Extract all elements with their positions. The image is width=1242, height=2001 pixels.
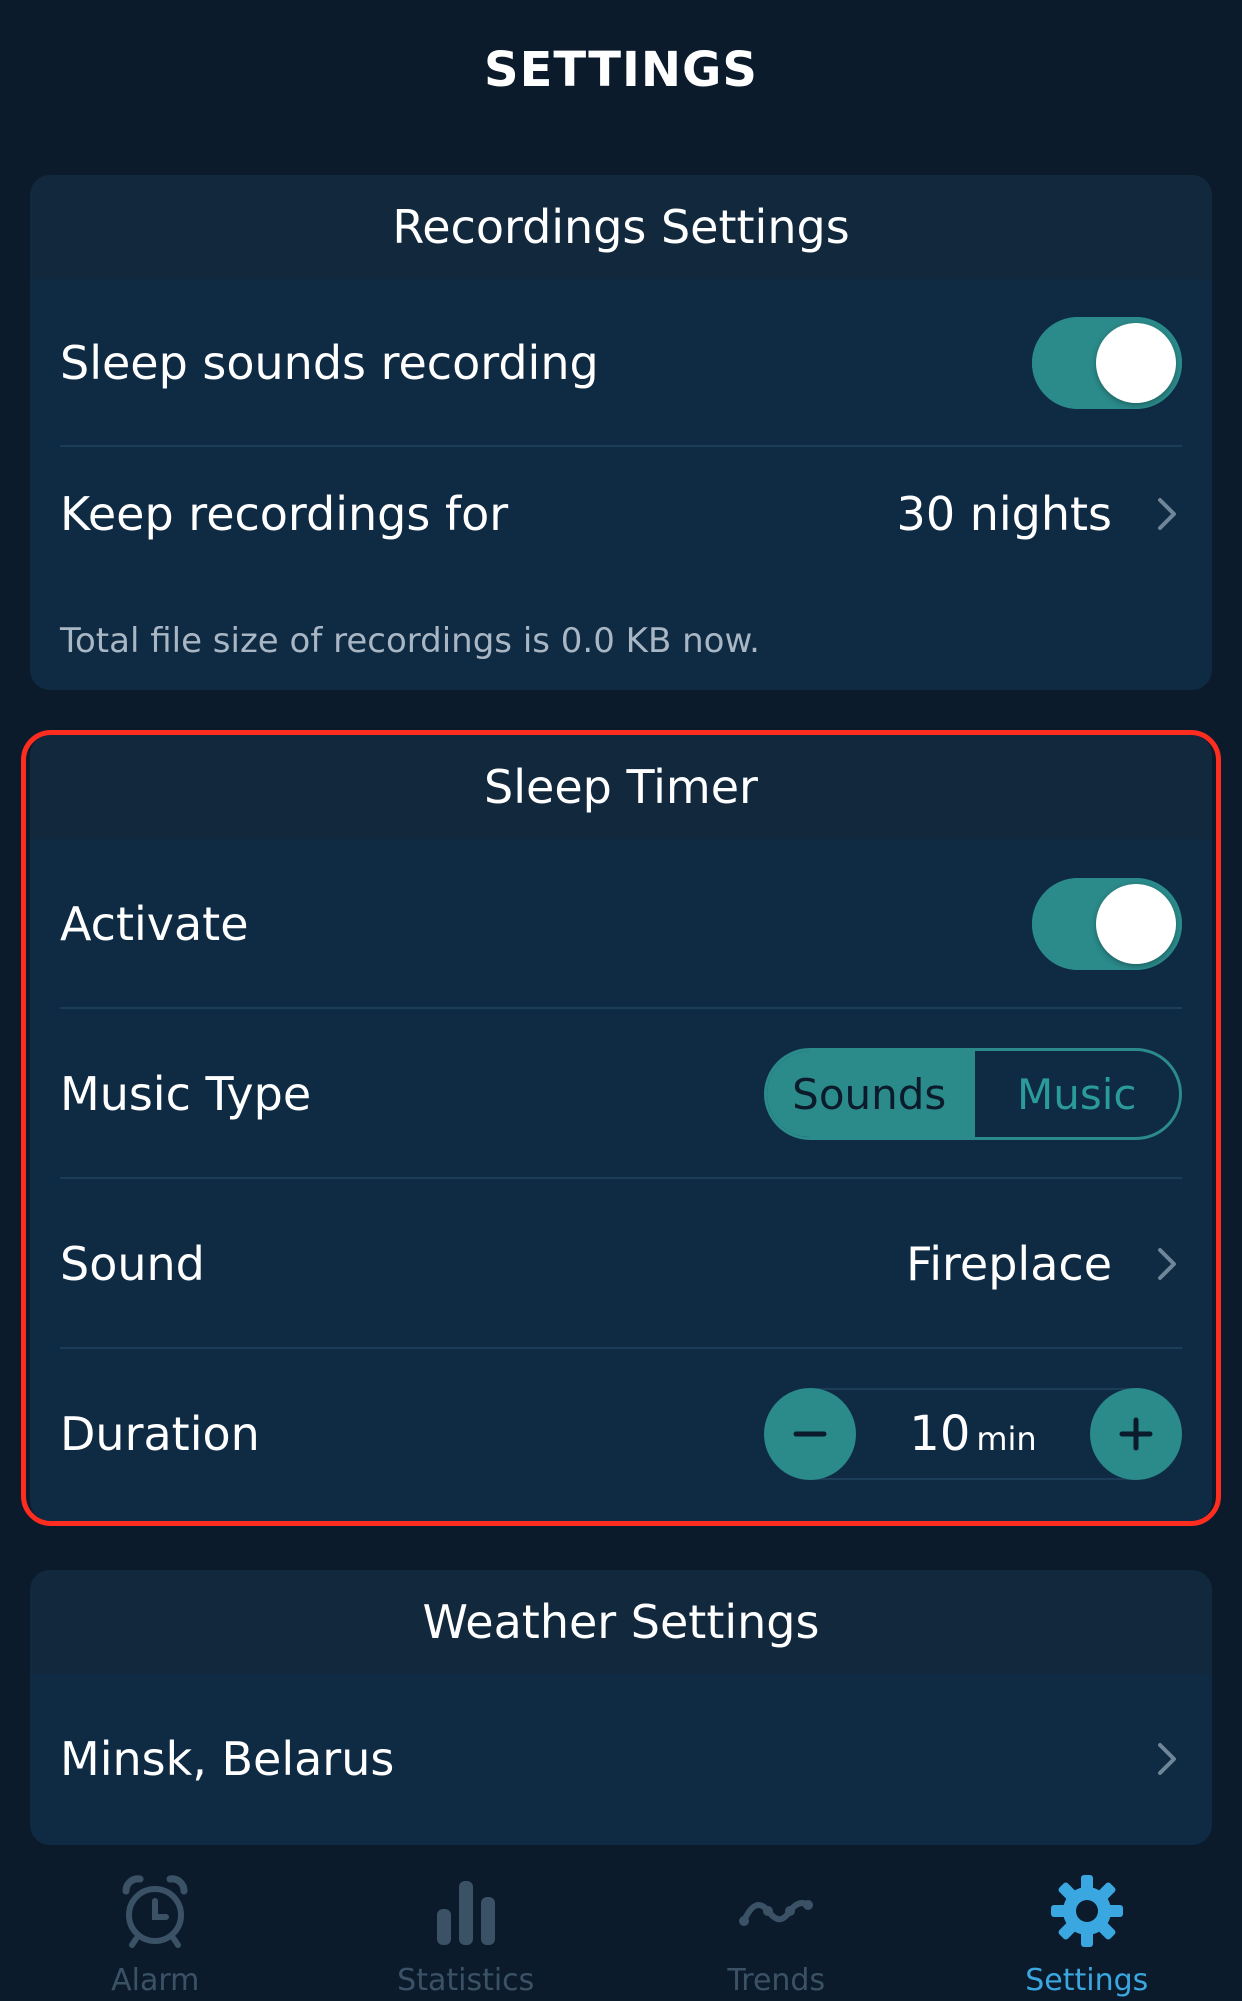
- duration-stepper: 10 min: [764, 1388, 1182, 1480]
- music-type-segmented-control: Sounds Music: [764, 1048, 1182, 1140]
- music-type-option-sounds[interactable]: Sounds: [767, 1051, 972, 1137]
- sound-row[interactable]: Sound Fireplace: [30, 1179, 1212, 1349]
- music-type-option-music[interactable]: Music: [971, 1051, 1180, 1137]
- decrease-duration-button[interactable]: [764, 1388, 856, 1480]
- gear-icon: [1050, 1875, 1123, 1947]
- keep-recordings-value: 30 nights: [896, 487, 1112, 541]
- duration-value: 10: [909, 1406, 971, 1462]
- music-type-label: Music Type: [60, 1067, 312, 1121]
- bar-chart-icon: [436, 1881, 495, 1945]
- sleep-timer-header: Sleep Timer: [30, 735, 1212, 839]
- music-type-row: Music Type Sounds Music: [30, 1009, 1212, 1179]
- tab-alarm[interactable]: Alarm: [0, 1845, 311, 2001]
- tab-statistics[interactable]: Statistics: [311, 1845, 622, 2001]
- minus-icon: [793, 1431, 827, 1437]
- sound-value: Fireplace: [906, 1237, 1112, 1291]
- duration-unit: min: [976, 1420, 1037, 1458]
- alarm-clock-icon: [122, 1875, 188, 1948]
- activate-toggle[interactable]: [1032, 878, 1182, 970]
- weather-settings-header: Weather Settings: [30, 1570, 1212, 1674]
- increase-duration-button[interactable]: [1090, 1388, 1182, 1480]
- bottom-tab-bar: Alarm Statistics Trends Settings: [0, 1845, 1242, 2001]
- chevron-right-icon: [1158, 1743, 1176, 1775]
- toggle-knob: [1096, 323, 1176, 403]
- duration-row: Duration 10 min: [30, 1349, 1212, 1519]
- chevron-right-icon: [1158, 498, 1176, 530]
- tab-label: Alarm: [111, 1963, 200, 1998]
- recordings-settings-header: Recordings Settings: [30, 175, 1212, 279]
- recordings-settings-card: Recordings Settings Sleep sounds recordi…: [30, 175, 1212, 690]
- tab-label: Statistics: [397, 1963, 535, 1998]
- tab-trends[interactable]: Trends: [621, 1845, 932, 2001]
- weather-location-label: Minsk, Belarus: [60, 1732, 395, 1786]
- toggle-knob: [1096, 884, 1176, 964]
- chevron-right-icon: [1158, 1248, 1176, 1280]
- keep-recordings-row[interactable]: Keep recordings for 30 nights: [30, 447, 1212, 633]
- tab-settings[interactable]: Settings: [932, 1845, 1242, 2001]
- weather-settings-card: Weather Settings Minsk, Belarus: [30, 1570, 1212, 1845]
- recordings-file-size-note: Total file size of recordings is 0.0 KB …: [60, 621, 760, 661]
- activate-row: Activate: [30, 839, 1212, 1009]
- trend-line-icon: [739, 1900, 814, 1926]
- tab-label: Trends: [727, 1963, 826, 1998]
- weather-location-row[interactable]: Minsk, Belarus: [30, 1674, 1212, 1844]
- duration-value-display: 10 min: [856, 1406, 1090, 1462]
- keep-recordings-label: Keep recordings for: [60, 487, 509, 541]
- sleep-sounds-recording-row: Sleep sounds recording: [30, 279, 1212, 447]
- sleep-sounds-recording-label: Sleep sounds recording: [60, 336, 599, 390]
- sleep-timer-card: Sleep Timer Activate Music Type Sounds M…: [30, 735, 1212, 1521]
- page-title: SETTINGS: [484, 42, 758, 98]
- duration-label: Duration: [60, 1407, 260, 1461]
- sleep-sounds-recording-toggle[interactable]: [1032, 317, 1182, 409]
- activate-label: Activate: [60, 897, 249, 951]
- tab-label: Settings: [1025, 1963, 1149, 1998]
- plus-icon: [1119, 1417, 1153, 1451]
- sound-label: Sound: [60, 1237, 205, 1291]
